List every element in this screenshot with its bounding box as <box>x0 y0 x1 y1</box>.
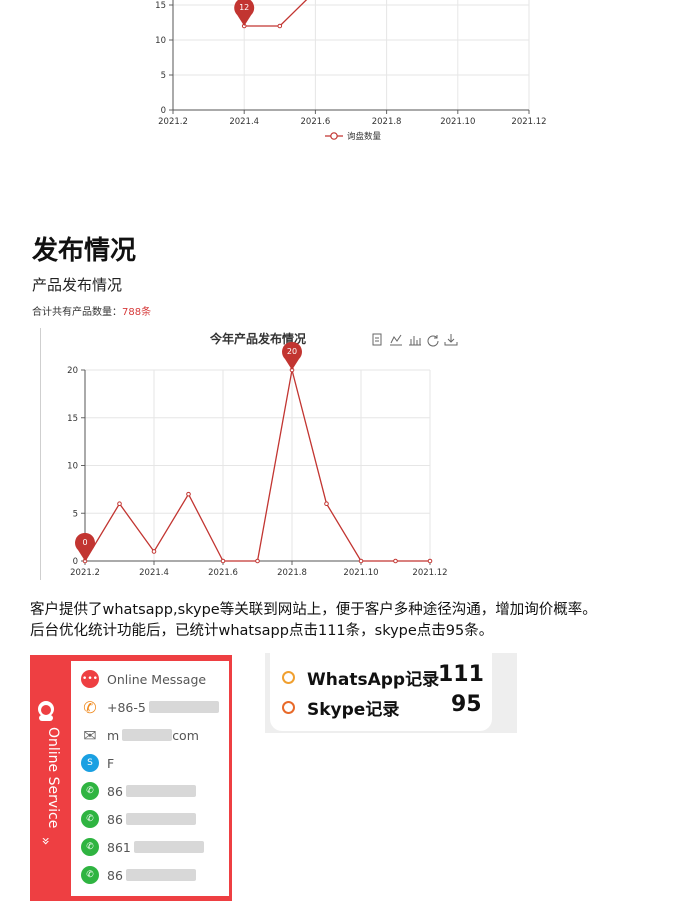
data-point <box>277 23 283 29</box>
product-total: 合计共有产品数量：788条 <box>32 303 151 318</box>
line-chart-icon[interactable] <box>390 334 402 346</box>
phone-icon: ✆ <box>83 697 97 717</box>
service-item[interactable]: ✉ m com <box>81 723 199 747</box>
whatsapp-icon: ✆ <box>81 810 99 828</box>
service-item[interactable]: ••• Online Message <box>81 667 206 691</box>
whatsapp-record-count: 111 <box>438 662 484 687</box>
mail-icon: ✉ <box>83 725 97 745</box>
y-tick-label: 15 <box>67 414 78 424</box>
data-point <box>324 501 329 506</box>
x-tick-label: 2021.8 <box>277 568 307 578</box>
x-tick-label: 2021.6 <box>301 117 331 127</box>
service-item-text: 86 <box>107 867 123 883</box>
legend-marker-icon <box>330 132 338 140</box>
pin-marker-label: 20 <box>287 347 297 356</box>
service-item-text: 86 <box>107 783 123 799</box>
x-tick-label: 2021.4 <box>229 117 259 127</box>
pin-marker-label: 0 <box>82 538 87 547</box>
y-tick-label: 10 <box>155 36 166 46</box>
online-service-label[interactable]: Online Service <box>35 727 61 847</box>
description-line-2: 后台优化统计功能后，已统计whatsapp点击111条，skype点击95条。 <box>30 623 494 639</box>
service-item[interactable]: ✆ 86 <box>81 807 196 831</box>
y-tick-label: 5 <box>73 509 78 519</box>
chat-bubble-icon: ••• <box>81 670 99 688</box>
y-tick-label: 0 <box>73 557 78 567</box>
expand-chevron-icon[interactable]: » <box>37 837 53 846</box>
y-tick-label: 5 <box>161 71 166 81</box>
pin-marker-label: 12 <box>239 3 249 12</box>
service-contact-list: ••• Online Message ✆ +86-5 ✉ m com S F ✆ 86 ✆ 86 ✆ 861… <box>71 661 229 896</box>
redacted-block <box>125 785 196 797</box>
whatsapp-icon: ✆ <box>81 782 99 800</box>
data-point <box>427 558 433 564</box>
service-avatar-icon <box>36 700 56 722</box>
data-view-icon[interactable] <box>372 333 382 346</box>
data-point <box>358 558 364 564</box>
bar-chart-icon[interactable] <box>409 336 421 346</box>
legend-label: 询盘数量 <box>347 131 382 142</box>
skype-icon: S <box>81 754 99 772</box>
service-item-suffix: com <box>172 727 199 743</box>
y-tick-label: 20 <box>67 366 78 376</box>
x-tick-label: 2021.12 <box>412 568 447 578</box>
redacted-block <box>133 841 204 853</box>
inquiry-chart: 2021.2 2021.4 2021.6 2021.8 2021.10 2021.12 0 5… <box>155 0 547 142</box>
whatsapp-icon: ✆ <box>81 838 99 856</box>
x-tick-label: 2021.8 <box>372 117 402 127</box>
product-release-chart: 今年产品发布情况 2021.2 2021.4 2021.6 2021.8 2021.10… <box>67 331 458 578</box>
service-item[interactable]: SF <box>81 751 117 775</box>
description-paragraph: 客户提供了whatsapp,skype等关联到网站上，便于客户多种途径沟通，增加… <box>30 600 670 642</box>
data-point <box>255 558 260 564</box>
x-tick-label: 2021.2 <box>70 568 100 578</box>
x-tick-label: 2021.6 <box>208 568 238 578</box>
data-point <box>151 549 157 554</box>
y-tick-label: 0 <box>161 106 166 116</box>
x-tick-label: 2021.10 <box>343 568 378 578</box>
x-tick-label: 2021.10 <box>440 117 475 127</box>
redacted-block <box>125 869 196 881</box>
whatsapp-icon: ✆ <box>81 866 99 884</box>
whatsapp-dot-icon <box>282 671 295 684</box>
redacted-block <box>125 813 196 825</box>
x-tick-label: 2021.2 <box>158 117 188 127</box>
x-tick-label: 2021.12 <box>511 117 546 127</box>
service-item-text: 86 <box>107 811 123 827</box>
service-item-text: Online Message <box>107 671 207 687</box>
skype-record-label: Skype记录 <box>307 700 400 720</box>
y-tick-label: 10 <box>67 462 78 472</box>
whatsapp-record-label: WhatsApp记录 <box>307 670 440 690</box>
skype-dot-icon <box>282 701 295 714</box>
product-total-label: 合计共有产品数量： <box>32 307 122 318</box>
data-point <box>117 501 122 506</box>
service-item-text: +86-5 <box>107 699 146 715</box>
x-tick-label: 2021.4 <box>139 568 169 578</box>
service-item-text: 861 <box>107 839 131 855</box>
refresh-icon[interactable] <box>427 335 439 347</box>
service-item[interactable]: ✆ +86-5 <box>81 695 219 719</box>
redacted-block <box>122 729 173 741</box>
data-point <box>220 558 226 564</box>
section-title: 发布情况 <box>32 236 137 266</box>
service-item[interactable]: ✆ 861 <box>81 835 204 859</box>
data-point <box>393 558 398 564</box>
section-subtitle: 产品发布情况 <box>32 276 123 294</box>
service-item[interactable]: ✆ 86 <box>81 779 196 803</box>
download-icon[interactable] <box>444 334 458 346</box>
whatsapp-record: WhatsApp记录 <box>282 665 439 690</box>
service-item-text: F <box>107 755 115 771</box>
service-item-text: m <box>107 727 120 743</box>
service-item[interactable]: ✆ 86 <box>81 863 196 887</box>
skype-record-count: 95 <box>451 692 482 717</box>
product-total-value: 788条 <box>122 307 152 318</box>
data-point <box>186 491 191 497</box>
redacted-block <box>148 701 219 713</box>
y-tick-label: 15 <box>155 1 166 11</box>
description-line-1: 客户提供了whatsapp,skype等关联到网站上，便于客户多种途径沟通，增加… <box>30 602 597 618</box>
skype-record: Skype记录 <box>282 695 399 720</box>
